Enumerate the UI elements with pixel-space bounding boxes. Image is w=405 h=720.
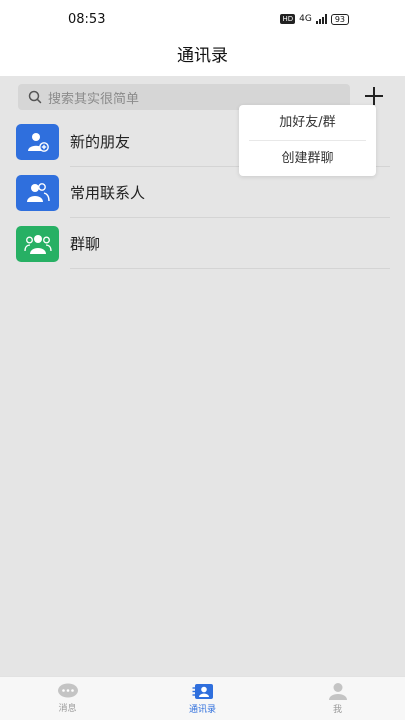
menu-item-create-group[interactable]: 创建群聊 xyxy=(239,141,376,176)
status-bar: 08:53 HD 4G 93 xyxy=(0,0,405,38)
status-icons: HD 4G 93 xyxy=(280,13,349,25)
tab-profile[interactable]: 我 xyxy=(270,677,405,720)
search-placeholder: 搜索其实很简单 xyxy=(48,91,140,107)
page-title: 通讯录 xyxy=(0,38,405,76)
contacts-icon xyxy=(192,683,213,699)
tab-messages[interactable]: 消息 xyxy=(0,677,135,720)
menu-item-add-friend[interactable]: 加好友/群 xyxy=(239,105,376,140)
bottom-tab-bar: 消息 通讯录 我 xyxy=(0,676,405,720)
tab-contacts[interactable]: 通讯录 xyxy=(135,677,270,720)
profile-icon xyxy=(328,683,347,700)
battery-icon: 93 xyxy=(330,13,349,25)
tab-label: 消息 xyxy=(58,704,77,714)
contact-item-group-chat[interactable]: 群聊 xyxy=(0,218,405,269)
signal-icon xyxy=(315,14,327,24)
status-time: 08:53 xyxy=(68,11,106,27)
contact-label: 常用联系人 xyxy=(70,184,146,202)
tab-label: 通讯录 xyxy=(188,704,216,715)
group-chat-icon xyxy=(16,225,59,262)
contact-label: 群聊 xyxy=(70,235,101,253)
hd-badge: HD xyxy=(280,14,296,24)
tab-label: 我 xyxy=(332,705,342,715)
add-friend-icon xyxy=(16,123,59,160)
frequent-contacts-icon xyxy=(16,174,59,211)
add-popup-menu: 加好友/群 创建群聊 xyxy=(239,105,376,176)
search-icon xyxy=(28,90,42,104)
network-label: 4G xyxy=(299,14,312,24)
contact-label: 新的朋友 xyxy=(70,133,131,151)
message-icon xyxy=(57,683,78,698)
divider xyxy=(70,268,390,269)
